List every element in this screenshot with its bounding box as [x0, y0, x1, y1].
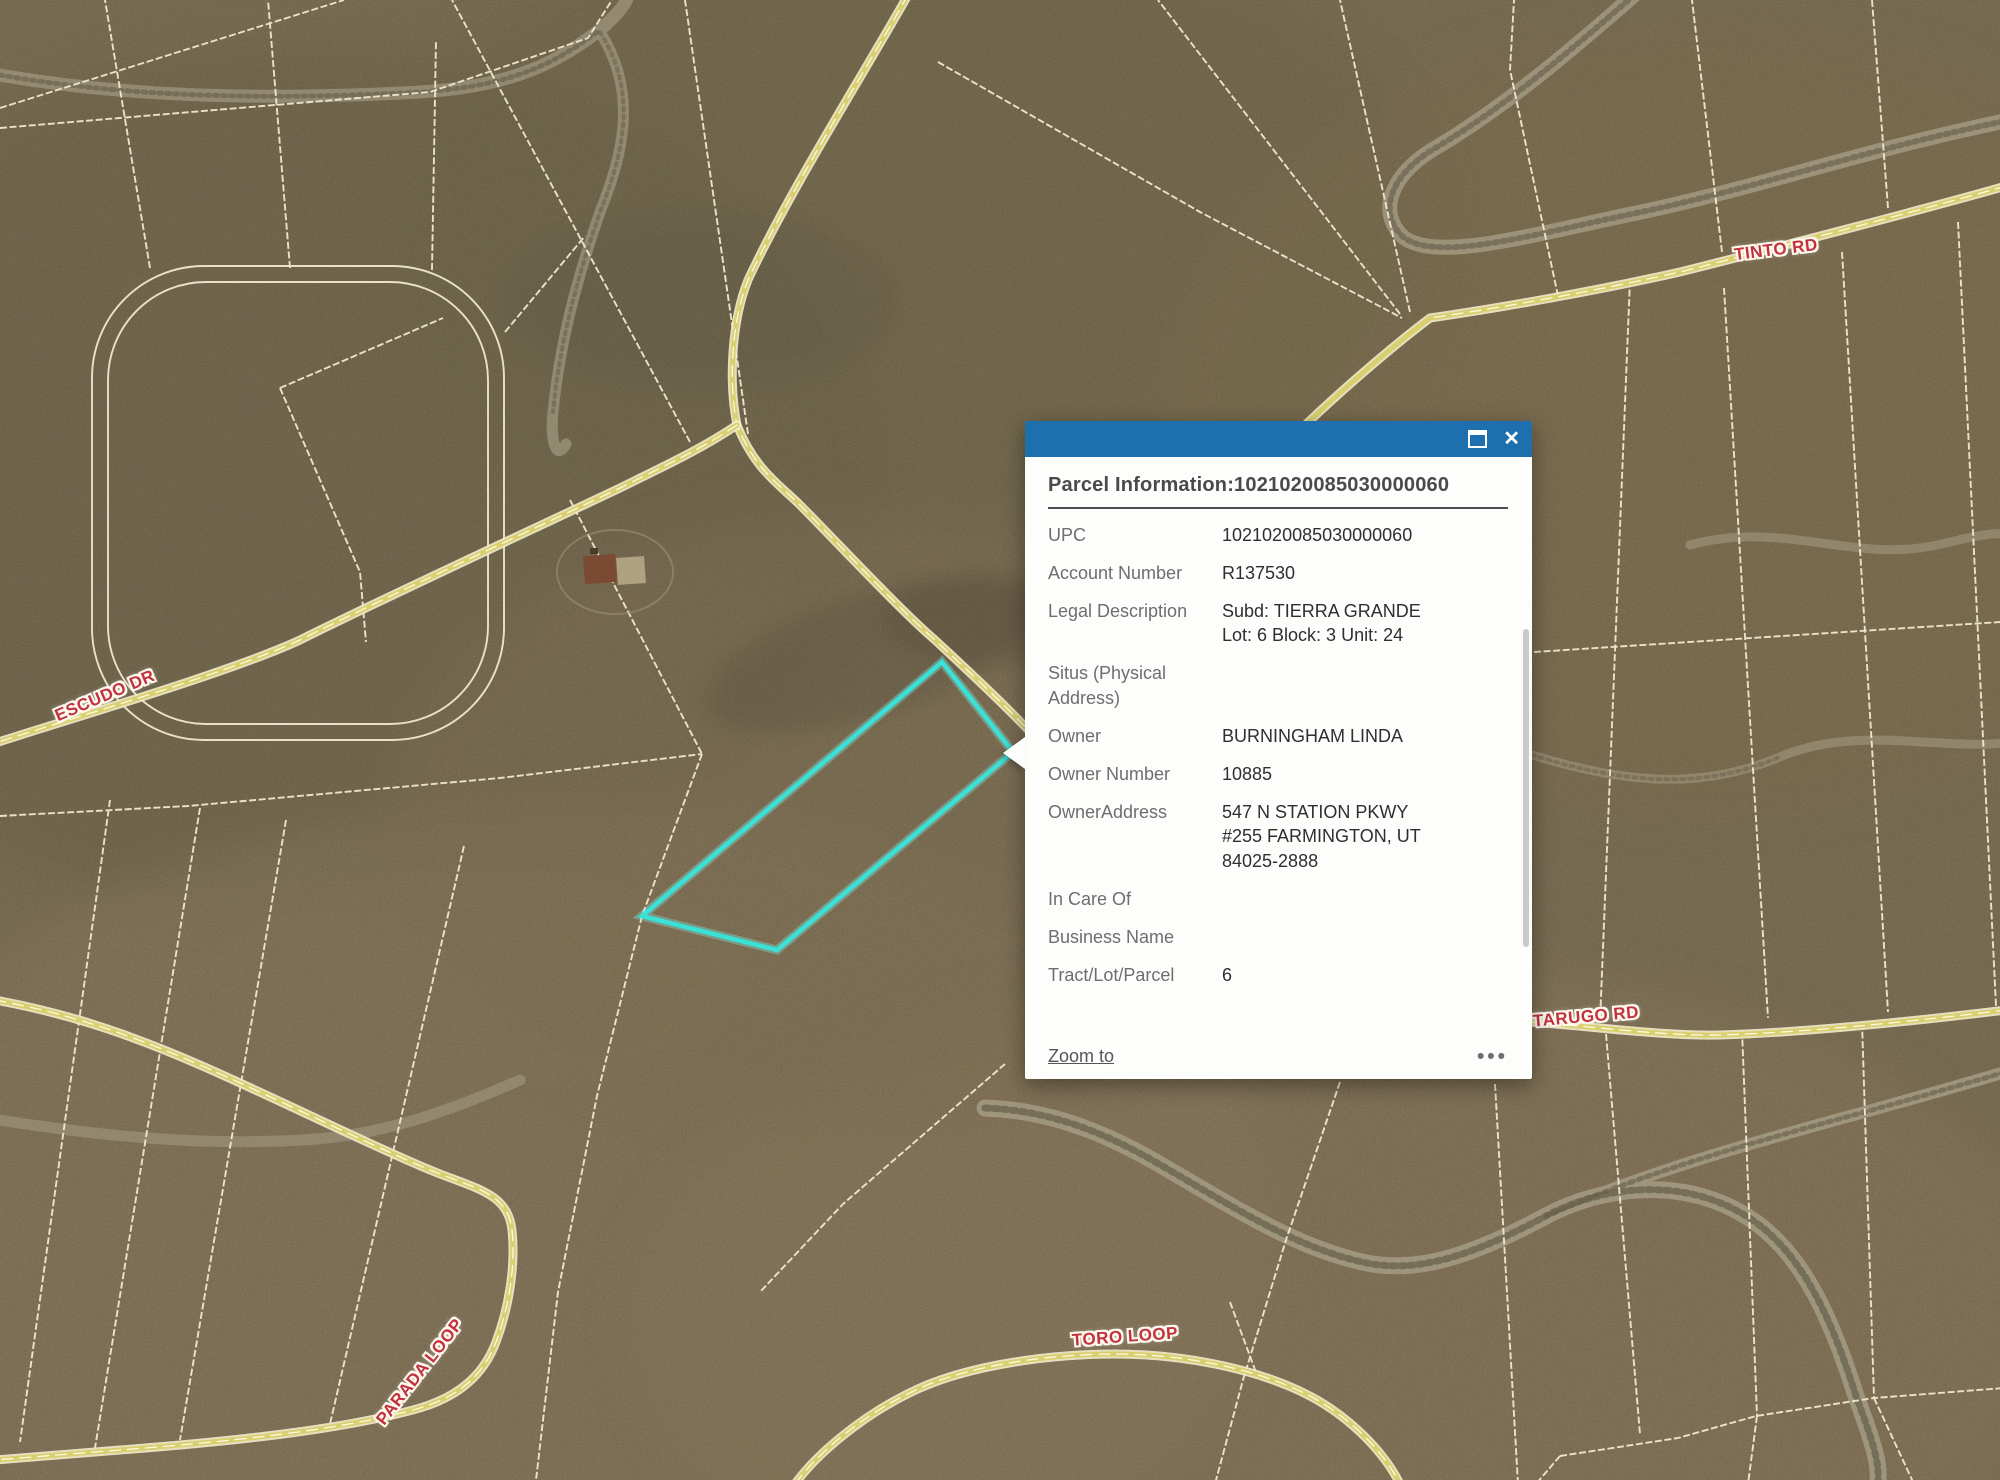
field-value: 1021020085030000060 [1222, 523, 1508, 548]
field-value: R137530 [1222, 561, 1508, 586]
popup-pointer-beak [1003, 737, 1025, 769]
field-label: Owner Number [1048, 762, 1210, 787]
field-label: In Care Of [1048, 887, 1210, 912]
field-row: Account Number R137530 [1048, 561, 1508, 586]
close-icon[interactable]: ✕ [1503, 429, 1520, 449]
field-label: Situs (Physical Address) [1048, 661, 1210, 711]
zoom-to-link[interactable]: Zoom to [1048, 1046, 1114, 1067]
field-value: 6 [1222, 963, 1508, 988]
field-value: 10885 [1222, 762, 1508, 787]
aerial-imagery-layer [0, 0, 2000, 1480]
field-row: Owner Number 10885 [1048, 762, 1508, 787]
more-options-ellipsis-icon[interactable]: ••• [1477, 1052, 1508, 1062]
field-label: UPC [1048, 523, 1210, 548]
parcel-info-popup: ✕ Parcel Information:1021020085030000060… [1025, 421, 1532, 1079]
map-canvas[interactable]: TINTO RDESCUDO DRTARUGO RDTORO LOOPPARAD… [0, 0, 2000, 1480]
field-label: Legal Description [1048, 599, 1210, 649]
field-value: 547 N STATION PKWY #255 FARMINGTON, UT 8… [1222, 800, 1508, 874]
field-value: BURNINGHAM LINDA [1222, 724, 1508, 749]
field-row: Business Name [1048, 925, 1508, 950]
field-row: OwnerAddress547 N STATION PKWY #255 FARM… [1048, 800, 1508, 874]
field-value [1222, 925, 1508, 950]
field-row: Tract/Lot/Parcel 6 [1048, 963, 1508, 988]
field-label: Account Number [1048, 561, 1210, 586]
field-row: Situs (Physical Address) [1048, 661, 1508, 711]
popup-body: Parcel Information:1021020085030000060 U… [1025, 457, 1532, 1079]
field-row: UPC 1021020085030000060 [1048, 523, 1508, 548]
field-row: Legal DescriptionSubd: TIERRA GRANDE Lot… [1048, 599, 1508, 649]
field-value [1222, 661, 1508, 711]
field-label: Owner [1048, 724, 1210, 749]
popup-title-divider [1048, 507, 1508, 509]
field-row: In Care Of [1048, 887, 1508, 912]
parcel-fields: UPC 1021020085030000060 Account Number R137… [1025, 523, 1532, 988]
popup-title: Parcel Information:1021020085030000060 [1025, 457, 1532, 507]
field-label: Business Name [1048, 925, 1210, 950]
field-label: Tract/Lot/Parcel [1048, 963, 1210, 988]
field-value [1222, 887, 1508, 912]
field-label: OwnerAddress [1048, 800, 1210, 874]
field-value: Subd: TIERRA GRANDE Lot: 6 Block: 3 Unit… [1222, 599, 1508, 649]
popup-header: ✕ [1025, 421, 1532, 457]
maximize-icon[interactable] [1468, 430, 1487, 448]
field-row: Owner BURNINGHAM LINDA [1048, 724, 1508, 749]
popup-scrollbar[interactable] [1523, 629, 1529, 947]
popup-footer: Zoom to ••• [1048, 1046, 1508, 1067]
